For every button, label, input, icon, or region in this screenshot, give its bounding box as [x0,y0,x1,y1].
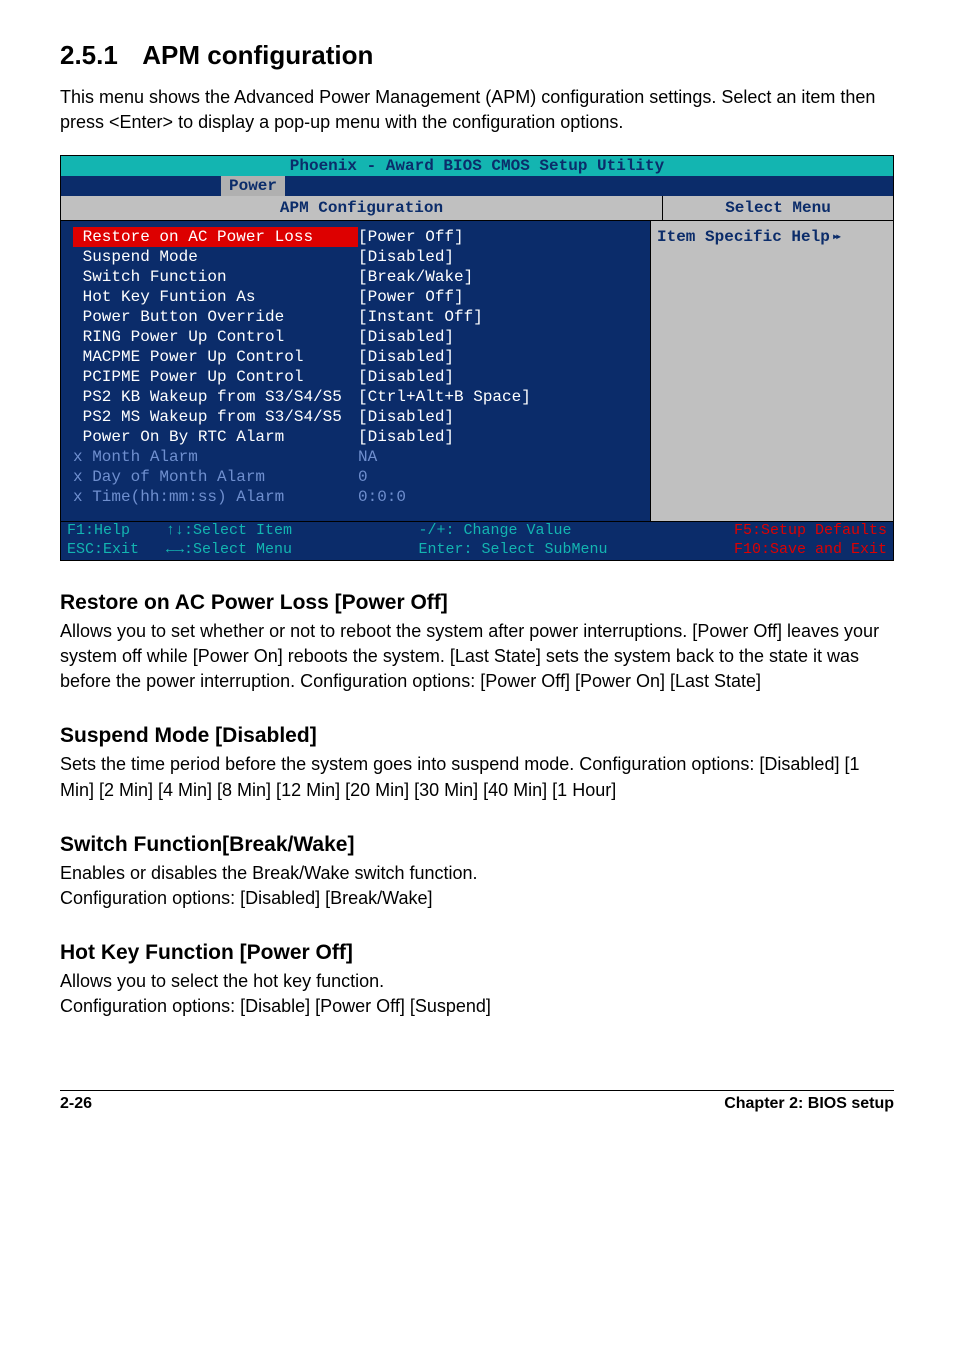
bios-setting-row[interactable]: MACPME Power Up Control[Disabled] [73,347,638,367]
item-body: Allows you to select the hot key functio… [60,969,894,1019]
bios-header-row: APM Configuration Select Menu [61,196,893,221]
bios-setting-row[interactable]: Switch Function[Break/Wake] [73,267,638,287]
bios-titlebar: Phoenix - Award BIOS CMOS Setup Utility [61,156,893,176]
item-heading: Switch Function[Break/Wake] [60,833,894,857]
bios-setting-row[interactable]: Suspend Mode[Disabled] [73,247,638,267]
bios-setting-row[interactable]: PCIPME Power Up Control[Disabled] [73,367,638,387]
section-heading: 2.5.1 APM configuration [60,40,894,71]
page-number: 2-26 [60,1095,92,1113]
bios-setting-row[interactable]: PS2 KB Wakeup from S3/S4/S5[Ctrl+Alt+B S… [73,387,638,407]
bios-setting-label: x Day of Month Alarm [73,467,358,487]
item-body: Enables or disables the Break/Wake switc… [60,861,894,911]
bios-setting-label: MACPME Power Up Control [73,347,358,367]
item-body: Sets the time period before the system g… [60,752,894,802]
bios-setting-value: [Break/Wake] [358,267,473,287]
bios-setting-value: [Disabled] [358,367,454,387]
bios-setting-row[interactable]: Hot Key Funtion As[Power Off] [73,287,638,307]
bios-tabrow: Power [61,176,893,196]
bios-help-panel: Item Specific Help [651,221,893,521]
bios-setting-value: 0 [358,467,368,487]
bios-setting-label: Hot Key Funtion As [73,287,358,307]
bios-main[interactable]: Restore on AC Power Loss[Power Off] Susp… [61,221,651,521]
item-heading: Suspend Mode [Disabled] [60,724,894,748]
bios-setting-label: Switch Function [73,267,358,287]
bios-tab-power[interactable]: Power [221,176,285,196]
bios-setting-value: [Disabled] [358,327,454,347]
bios-setting-row[interactable]: Power On By RTC Alarm[Disabled] [73,427,638,447]
bios-footer-mid: -/+: Change Value Enter: Select SubMenu [418,522,607,560]
section-title: APM configuration [142,40,373,71]
bios-setting-value: 0:0:0 [358,487,406,507]
bios-setting-value: NA [358,447,377,467]
bios-setting-row[interactable]: RING Power Up Control[Disabled] [73,327,638,347]
item-body: Allows you to set whether or not to rebo… [60,619,894,695]
intro-paragraph: This menu shows the Advanced Power Manag… [60,85,894,135]
bios-setting-value: [Ctrl+Alt+B Space] [358,387,531,407]
bios-header-left: APM Configuration [61,196,663,220]
item-descriptions: Restore on AC Power Loss [Power Off] Allo… [60,591,894,1020]
bios-setting-row[interactable]: x Month AlarmNA [73,447,638,467]
bios-setting-row[interactable]: x Day of Month Alarm0 [73,467,638,487]
item-heading: Restore on AC Power Loss [Power Off] [60,591,894,615]
bios-setting-label: Power Button Override [73,307,358,327]
bios-setting-value: [Disabled] [358,407,454,427]
bios-setting-row[interactable]: Restore on AC Power Loss[Power Off] [73,227,638,247]
bios-setting-label: x Month Alarm [73,447,358,467]
bios-header-right: Select Menu [663,196,893,220]
bios-setting-label: x Time(hh:mm:ss) Alarm [73,487,358,507]
bios-setting-value: [Disabled] [358,427,454,447]
bios-setting-row[interactable]: x Time(hh:mm:ss) Alarm0:0:0 [73,487,638,507]
bios-setting-value: [Disabled] [358,247,454,267]
bios-setting-label: Suspend Mode [73,247,358,267]
page-footer: 2-26 Chapter 2: BIOS setup [60,1090,894,1113]
bios-setting-row[interactable]: PS2 MS Wakeup from S3/S4/S5[Disabled] [73,407,638,427]
bios-setting-value: [Disabled] [358,347,454,367]
bios-setting-label: Restore on AC Power Loss [73,227,358,247]
bios-help-title: Item Specific Help [657,228,838,246]
bios-body: Restore on AC Power Loss[Power Off] Susp… [61,221,893,521]
bios-footer-left: F1:Help ↑↓:Select Item ESC:Exit ←→:Selec… [67,522,292,560]
section-number: 2.5.1 [60,40,118,71]
bios-setting-label: PCIPME Power Up Control [73,367,358,387]
chapter-title: Chapter 2: BIOS setup [724,1095,894,1113]
bios-setting-value: [Instant Off] [358,307,483,327]
bios-setting-label: PS2 KB Wakeup from S3/S4/S5 [73,387,358,407]
bios-setting-label: PS2 MS Wakeup from S3/S4/S5 [73,407,358,427]
bios-setting-label: RING Power Up Control [73,327,358,347]
bios-setting-value: [Power Off] [358,287,464,307]
bios-footer: F1:Help ↑↓:Select Item ESC:Exit ←→:Selec… [61,521,893,560]
bios-setting-value: [Power Off] [358,227,464,247]
bios-footer-right: F5:Setup Defaults F10:Save and Exit [734,522,887,560]
bios-setting-row[interactable]: Power Button Override[Instant Off] [73,307,638,327]
bios-screenshot: Phoenix - Award BIOS CMOS Setup Utility … [60,155,894,561]
item-heading: Hot Key Function [Power Off] [60,941,894,965]
bios-setting-label: Power On By RTC Alarm [73,427,358,447]
